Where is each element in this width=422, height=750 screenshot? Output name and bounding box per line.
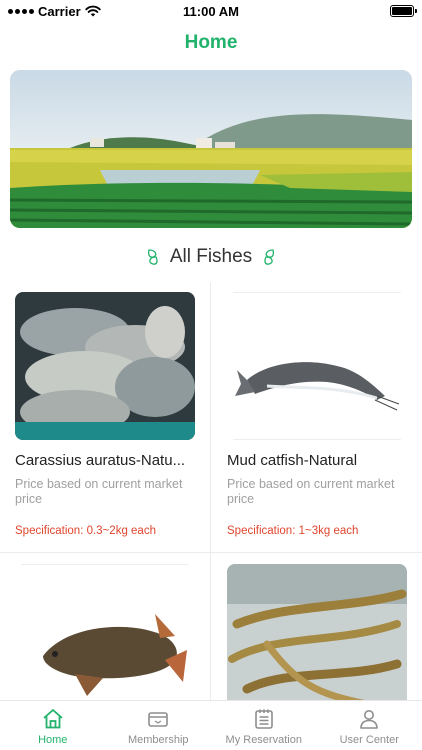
tab-user-center[interactable]: User Center (317, 701, 422, 750)
user-icon (360, 710, 379, 729)
reservation-list-icon (254, 709, 273, 729)
home-icon (43, 709, 63, 729)
product-price-note: Price based on current market price (15, 477, 183, 506)
leaf-icon (147, 249, 158, 265)
product-image (227, 564, 407, 712)
tab-home[interactable]: Home (0, 701, 106, 750)
product-card[interactable] (227, 564, 422, 712)
grid-divider (0, 552, 422, 553)
tab-bar: Home Membership My Reservation User Cent… (0, 700, 422, 750)
section-header: All Fishes (0, 246, 422, 268)
rice-paddy-landscape-illustration (10, 70, 412, 228)
tab-label: Home (38, 734, 68, 746)
product-card[interactable] (15, 564, 211, 712)
tab-label: Membership (127, 734, 189, 746)
product-image (15, 564, 195, 712)
tab-label: My Reservation (225, 734, 302, 746)
product-name: Mud catfish-Natural (227, 452, 358, 469)
product-image (227, 292, 407, 440)
product-spec: Specification: 0.3~2kg each (15, 525, 156, 537)
product-card[interactable]: Carassius auratus-Natu... Price based on… (15, 292, 211, 537)
product-grid: Carassius auratus-Natu... Price based on… (0, 282, 422, 712)
tab-label: User Center (339, 734, 399, 746)
banner-image[interactable] (10, 70, 412, 228)
product-card[interactable]: Mud catfish-Natural Price based on curre… (227, 292, 422, 537)
leaf-icon (264, 249, 275, 265)
page-title: Home (184, 32, 238, 53)
product-price-note: Price based on current market price (227, 477, 395, 506)
status-bar: Carrier 11:00 AM (0, 0, 422, 22)
membership-card-icon (148, 712, 169, 727)
section-title: All Fishes (169, 246, 253, 267)
tab-my-reservation[interactable]: My Reservation (211, 701, 317, 750)
product-image (15, 292, 195, 440)
product-name: Carassius auratus-Natu... (15, 452, 186, 469)
battery-icon (390, 5, 417, 17)
status-time: 11:00 AM (183, 3, 239, 19)
tab-membership[interactable]: Membership (106, 701, 212, 750)
product-spec: Specification: 1~3kg each (227, 525, 359, 537)
